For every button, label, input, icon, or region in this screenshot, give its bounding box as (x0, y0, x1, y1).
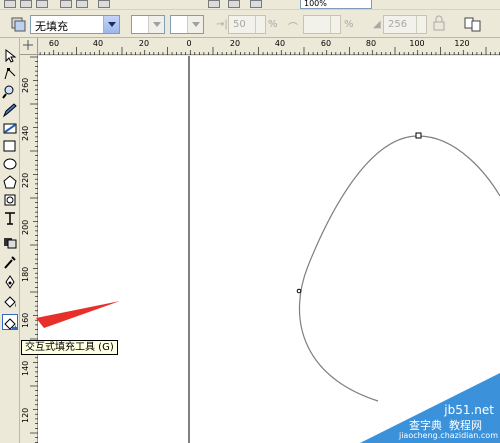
red-arrow-icon (36, 301, 120, 328)
tool-tooltip: 交互式填充工具 (G) (21, 340, 118, 355)
watermark: jb51.net 查字典 教程网 jiaocheng.chazidian.com (360, 373, 500, 443)
watermark-site: jb51.net (444, 403, 494, 417)
watermark-url: jiaocheng.chazidian.com (398, 431, 498, 440)
